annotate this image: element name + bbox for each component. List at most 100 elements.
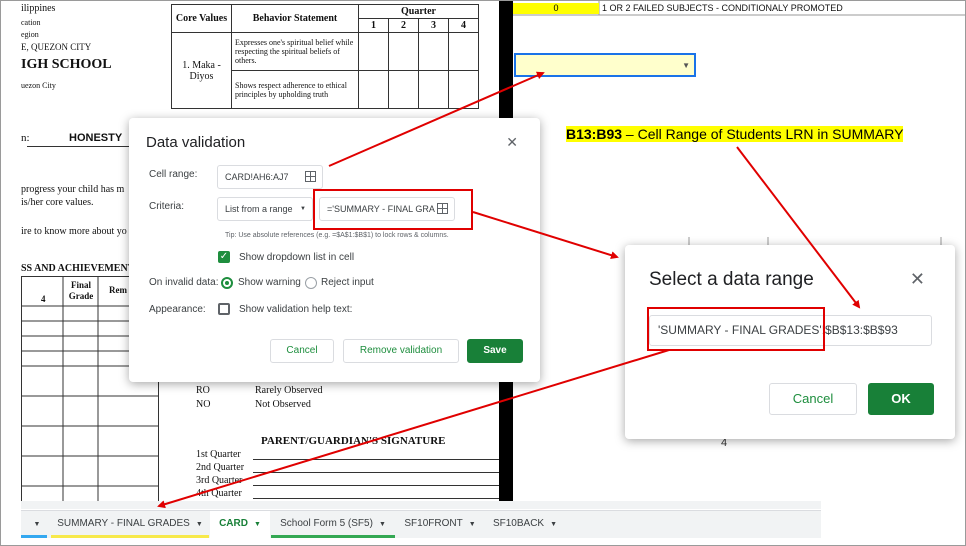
signature-q4: 4th Quarter bbox=[196, 488, 242, 499]
body-text-2: is/her core values. bbox=[21, 197, 94, 208]
core-value-maka-diyos: 1. Maka -Diyos bbox=[171, 32, 232, 109]
tab-color-strip bbox=[271, 535, 395, 538]
chevron-down-icon: ▼ bbox=[195, 521, 203, 528]
failed-count-cell[interactable]: 0 bbox=[513, 3, 599, 14]
header-line-1: ilippines bbox=[21, 3, 56, 14]
chevron-down-icon: ▼ bbox=[253, 521, 261, 528]
header-q3: 3 bbox=[418, 18, 449, 33]
chevron-down-icon: ▼ bbox=[378, 521, 386, 528]
school-name: IGH SCHOOL bbox=[21, 57, 112, 72]
show-dropdown-checkbox[interactable]: ✓ bbox=[218, 251, 230, 263]
grade-cell[interactable] bbox=[358, 32, 389, 71]
reject-input-radio[interactable] bbox=[305, 277, 317, 289]
behavior-statement-2: Shows respect adherence to ethical princ… bbox=[231, 70, 359, 109]
legend-no-code: NO bbox=[196, 399, 211, 410]
chevron-down-icon: ▼ bbox=[300, 206, 306, 212]
grid-header-final-grade: Final Grade bbox=[68, 280, 94, 301]
tab-summary-final-grades[interactable]: SUMMARY - FINAL GRADES ▼ bbox=[51, 511, 209, 538]
tab-label: SUMMARY - FINAL GRADES bbox=[57, 518, 190, 529]
signature-q3: 3rd Quarter bbox=[196, 475, 243, 486]
grid-header-remarks: Rem bbox=[109, 285, 127, 295]
grade-cell[interactable] bbox=[418, 32, 449, 71]
cancel-button[interactable]: Cancel bbox=[769, 383, 857, 415]
select-range-grid-icon[interactable] bbox=[305, 171, 316, 182]
tab-label: School Form 5 (SF5) bbox=[280, 518, 373, 529]
signature-line bbox=[253, 498, 499, 499]
tab-sf10front[interactable]: SF10FRONT ▼ bbox=[397, 511, 483, 538]
tab-color-strip bbox=[21, 535, 47, 538]
cancel-button[interactable]: Cancel bbox=[270, 339, 334, 363]
header-q2: 2 bbox=[388, 18, 419, 33]
header-core-values: Core Values bbox=[171, 4, 232, 33]
annotation-description: – Cell Range of Students LRN in SUMMARY bbox=[622, 126, 904, 142]
criteria-type-value: List from a range bbox=[225, 204, 293, 214]
header-q4: 4 bbox=[448, 18, 479, 33]
dialog-title: Data validation bbox=[146, 134, 246, 151]
tab-label: SF10FRONT bbox=[404, 518, 463, 529]
tab-color-strip bbox=[51, 535, 209, 538]
tab-sf10back[interactable]: SF10BACK ▼ bbox=[485, 511, 565, 538]
school-city: uezon City bbox=[21, 81, 56, 90]
tab-label: SF10BACK bbox=[492, 518, 545, 529]
signature-title: PARENT/GUARDIAN'S SIGNATURE bbox=[261, 435, 446, 447]
behavior-statement-1: Expresses one's spiritual belief while r… bbox=[231, 32, 359, 71]
header-line-3: egion bbox=[21, 30, 39, 39]
grade-cell[interactable] bbox=[388, 32, 419, 71]
horizontal-scrollbar[interactable] bbox=[21, 501, 821, 509]
sheet-tab-bar: ▼ SUMMARY - FINAL GRADES ▼ CARD ▼ School F… bbox=[21, 510, 821, 538]
chevron-down-icon: ▼ bbox=[33, 521, 41, 528]
header-behavior-statement: Behavior Statement bbox=[231, 4, 359, 33]
grade-cell[interactable] bbox=[358, 70, 389, 109]
cell-range-input[interactable]: CARD!AH6:AJ7 bbox=[217, 165, 323, 189]
grade-cell[interactable] bbox=[448, 32, 479, 71]
show-warning-label: Show warning bbox=[238, 277, 301, 288]
lrn-dropdown-cell[interactable]: ▼ bbox=[514, 53, 696, 77]
grid-header-q4: 4 bbox=[41, 294, 46, 304]
grade-cell[interactable] bbox=[418, 70, 449, 109]
range-annotation: B13:B93 – Cell Range of Students LRN in … bbox=[566, 126, 904, 142]
show-warning-radio[interactable] bbox=[221, 277, 233, 289]
reject-input-label: Reject input bbox=[321, 277, 374, 288]
criteria-highlight-box bbox=[313, 189, 473, 230]
signature-q2: 2nd Quarter bbox=[196, 462, 245, 473]
help-text-checkbox[interactable] bbox=[218, 303, 230, 315]
data-validation-dialog: Data validation ✕ Cell range: CARD!AH6:A… bbox=[129, 118, 540, 382]
signature-line bbox=[253, 459, 499, 460]
grade-cell[interactable] bbox=[448, 70, 479, 109]
help-text-label: Show validation help text: bbox=[239, 304, 353, 315]
close-icon[interactable]: ✕ bbox=[506, 134, 518, 151]
sheet-name-highlight-box bbox=[647, 307, 825, 351]
annotation-range: B13:B93 bbox=[566, 126, 623, 142]
criteria-type-select[interactable]: List from a range ▼ bbox=[217, 197, 313, 221]
close-icon[interactable]: ✕ bbox=[910, 269, 925, 290]
core-value-name: HONESTY bbox=[69, 132, 123, 144]
header-quarter: Quarter bbox=[358, 4, 479, 19]
remove-validation-button[interactable]: Remove validation bbox=[343, 339, 459, 363]
signature-line bbox=[253, 472, 499, 473]
tab-card[interactable]: CARD ▼ bbox=[210, 511, 270, 538]
chevron-down-icon: ▼ bbox=[468, 521, 476, 528]
legend-ro-text: Rarely Observed bbox=[255, 385, 323, 396]
header-q1: 1 bbox=[358, 18, 389, 33]
screenshot-frame: ilippines cation egion E, QUEZON CITY IG… bbox=[0, 0, 966, 546]
appearance-label: Appearance: bbox=[149, 304, 206, 315]
save-button[interactable]: Save bbox=[467, 339, 523, 363]
header-line-4: E, QUEZON CITY bbox=[21, 42, 92, 52]
tab-previous[interactable]: ▼ bbox=[21, 511, 47, 538]
tab-label: CARD bbox=[219, 518, 248, 529]
core-values-table: Core Values Behavior Statement Quarter 1… bbox=[171, 4, 479, 109]
grade-cell[interactable] bbox=[388, 70, 419, 109]
cell-range-label: Cell range: bbox=[149, 169, 198, 180]
legend-no: NO Not Observed bbox=[196, 399, 311, 410]
criteria-label: Criteria: bbox=[149, 201, 185, 212]
legend-ro-code: RO bbox=[196, 385, 210, 396]
promotion-legend-text: 1 OR 2 FAILED SUBJECTS - CONDITIONALY PR… bbox=[602, 3, 843, 13]
legend-ro: RO Rarely Observed bbox=[196, 385, 322, 396]
body-text-1: progress your child has m bbox=[21, 184, 125, 195]
ok-button[interactable]: OK bbox=[868, 383, 934, 415]
section-title: SS AND ACHIEVEMENT bbox=[21, 263, 135, 274]
signature-q1: 1st Quarter bbox=[196, 449, 241, 460]
dropdown-caret-icon[interactable]: ▼ bbox=[682, 61, 690, 70]
legend-no-text: Not Observed bbox=[255, 399, 311, 410]
tab-school-form-5[interactable]: School Form 5 (SF5) ▼ bbox=[271, 511, 395, 538]
